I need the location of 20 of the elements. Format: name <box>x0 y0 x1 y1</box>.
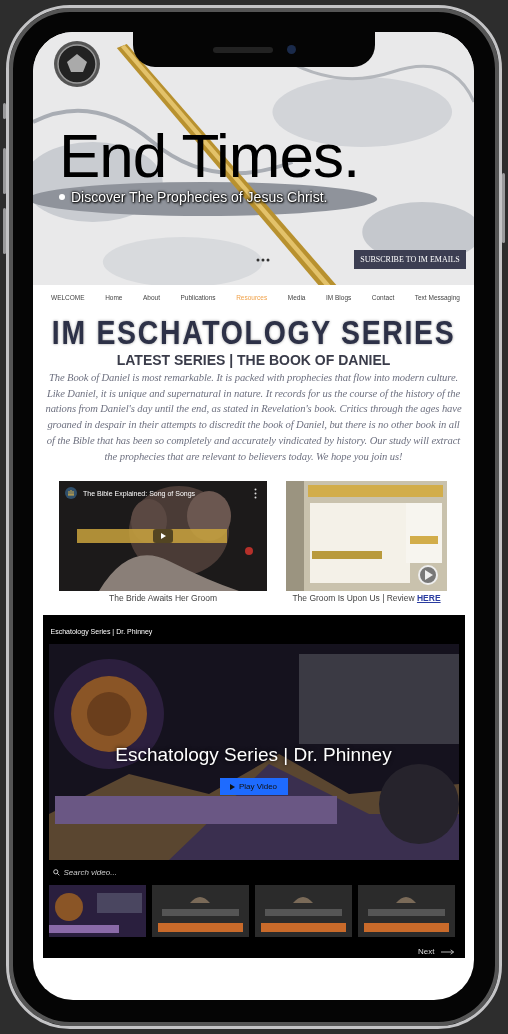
next-button[interactable]: Next <box>418 947 455 957</box>
slide-dots-icon <box>256 257 270 262</box>
play-icon[interactable] <box>153 529 173 544</box>
seal-icon <box>53 40 101 88</box>
play-icon <box>229 783 235 790</box>
series-title: IM ESCHATOLOGY SERIES <box>51 315 456 351</box>
play-video-button[interactable]: Play Video <box>219 778 288 796</box>
search-field[interactable]: Search video... <box>63 868 164 878</box>
review-link[interactable]: HERE <box>416 593 441 604</box>
channel-icon <box>65 487 77 500</box>
video-caption: The Bride Awaits Her Groom <box>109 593 217 604</box>
search-icon <box>52 869 60 877</box>
brochure-caption: The Groom Is Upon Us | Review HERE <box>292 593 441 604</box>
bullet-icon <box>59 194 65 200</box>
subscribe-button[interactable]: SUBSCRIBE TO IM EMAILS <box>354 250 466 269</box>
series-subtitle: LATEST SERIES | THE BOOK OF DANIEL <box>116 351 391 369</box>
more-icon[interactable] <box>254 487 257 499</box>
arrow-icon <box>440 948 455 955</box>
video-title: Eschatology Series | Dr. Phinney <box>115 744 392 767</box>
series-description: The Book of Daniel is most remarkable. It is packed with prophecies that flow into modern culture. Like Daniel, it is unique and supernatural in nature. It records for us the course of the history of the nations from Daniel's day until the end, as stated in Revelation's book. Critics through the ages have groaned in despair in their attempts to discredit the book of Daniel, but there is no other book in all of the Bible that has been so completely and accurately vindicated by history. Our study will extract the prophecies that are relevant to believers today. We hope you join us! <box>45 371 462 464</box>
